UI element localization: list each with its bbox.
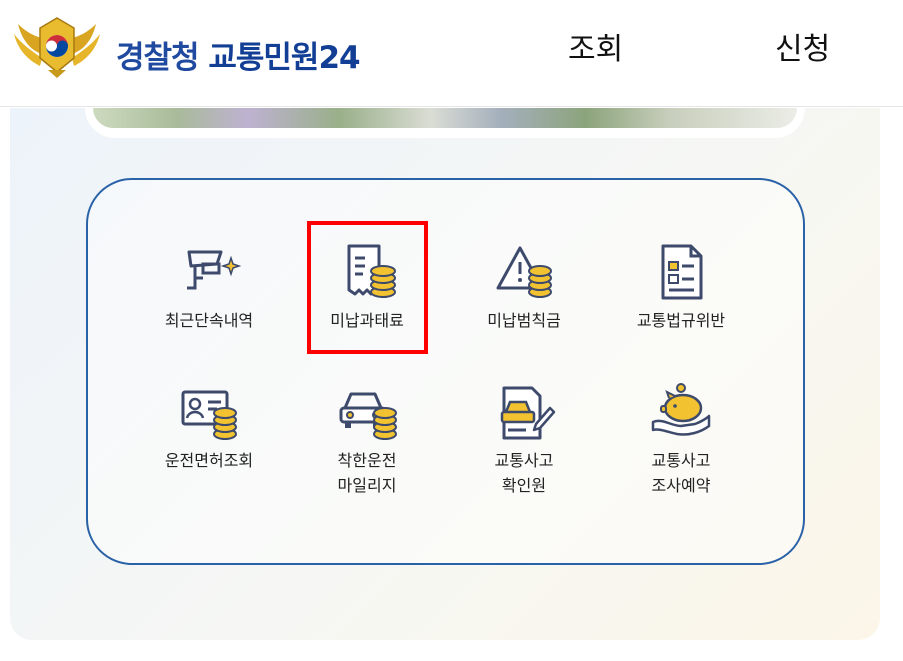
warning-coins-icon (496, 246, 552, 298)
menu-accident-certificate[interactable]: 교통사고 확인원 (449, 382, 599, 498)
brand-main: 경찰청 (116, 40, 200, 76)
document-checklist-icon (661, 244, 703, 300)
menu-license-inquiry[interactable]: 운전면허조회 (134, 382, 284, 473)
menu-label-line2: 조사예약 (651, 476, 711, 495)
police-emblem-icon (14, 17, 100, 78)
id-card-coins-icon (181, 390, 237, 440)
quick-menu-box (86, 178, 805, 565)
menu-label: 운전면허조회 (164, 451, 254, 470)
police-logo[interactable]: 경찰청 교통민원24 (12, 12, 361, 82)
nav-inquiry[interactable]: 조회 (568, 24, 623, 68)
menu-label: 교통사고 (494, 451, 554, 470)
menu-label-line2: 마일리지 (337, 476, 397, 495)
cctv-camera-icon (187, 250, 241, 290)
banner-bottom (85, 108, 805, 138)
menu-accident-appointment[interactable]: 교통사고 조사예약 (606, 382, 756, 498)
site-header: 경찰청 교통민원24 조회 신청 (0, 0, 903, 107)
piggy-bank-icon (651, 383, 711, 436)
accident-document-icon (500, 386, 556, 440)
menu-recent-enforcement[interactable]: 최근단속내역 (134, 242, 284, 333)
banner-image (93, 108, 797, 128)
menu-traffic-violation[interactable]: 교통법규위반 (606, 242, 756, 333)
menu-label: 착한운전 (337, 451, 397, 470)
selection-highlight (307, 221, 428, 354)
brand-title: 경찰청 교통민원24 (116, 32, 361, 77)
menu-good-driving-mileage[interactable]: 착한운전 마일리지 (292, 382, 442, 498)
brand-sub: 교통민원24 (208, 40, 360, 76)
car-coins-icon (339, 392, 397, 440)
menu-label: 미납범칙금 (487, 311, 561, 330)
menu-label: 교통법규위반 (636, 311, 726, 330)
menu-label-line2: 확인원 (501, 476, 547, 495)
menu-unpaid-penalty[interactable]: 미납범칙금 (449, 242, 599, 333)
nav-apply[interactable]: 신청 (775, 24, 830, 68)
menu-label: 최근단속내역 (164, 311, 254, 330)
menu-label: 교통사고 (651, 451, 711, 470)
